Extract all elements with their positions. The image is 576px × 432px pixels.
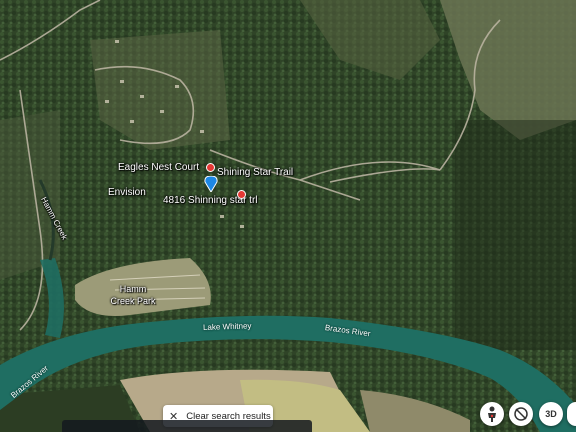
more-controls-button[interactable] (567, 402, 576, 426)
label-eagles-nest-court: Eagles Nest Court (118, 162, 200, 173)
label-shining-star-trail: Shining Star Trail (217, 167, 294, 178)
red-pin-icon[interactable] (237, 190, 246, 199)
bottom-info-bar (62, 420, 312, 432)
rotate-icon[interactable] (509, 402, 533, 426)
blue-location-pin-icon[interactable] (204, 176, 218, 192)
label-lake-whitney: Lake Whitney (202, 321, 252, 332)
red-pin-icon[interactable] (206, 163, 215, 172)
3d-toggle-button[interactable]: 3D (539, 402, 563, 426)
label-envision: Envision (108, 187, 146, 198)
label-hamm-creek-park: Hamm Creek Park (110, 284, 156, 306)
pegman-icon[interactable] (480, 402, 504, 426)
satellite-map[interactable] (0, 0, 576, 432)
